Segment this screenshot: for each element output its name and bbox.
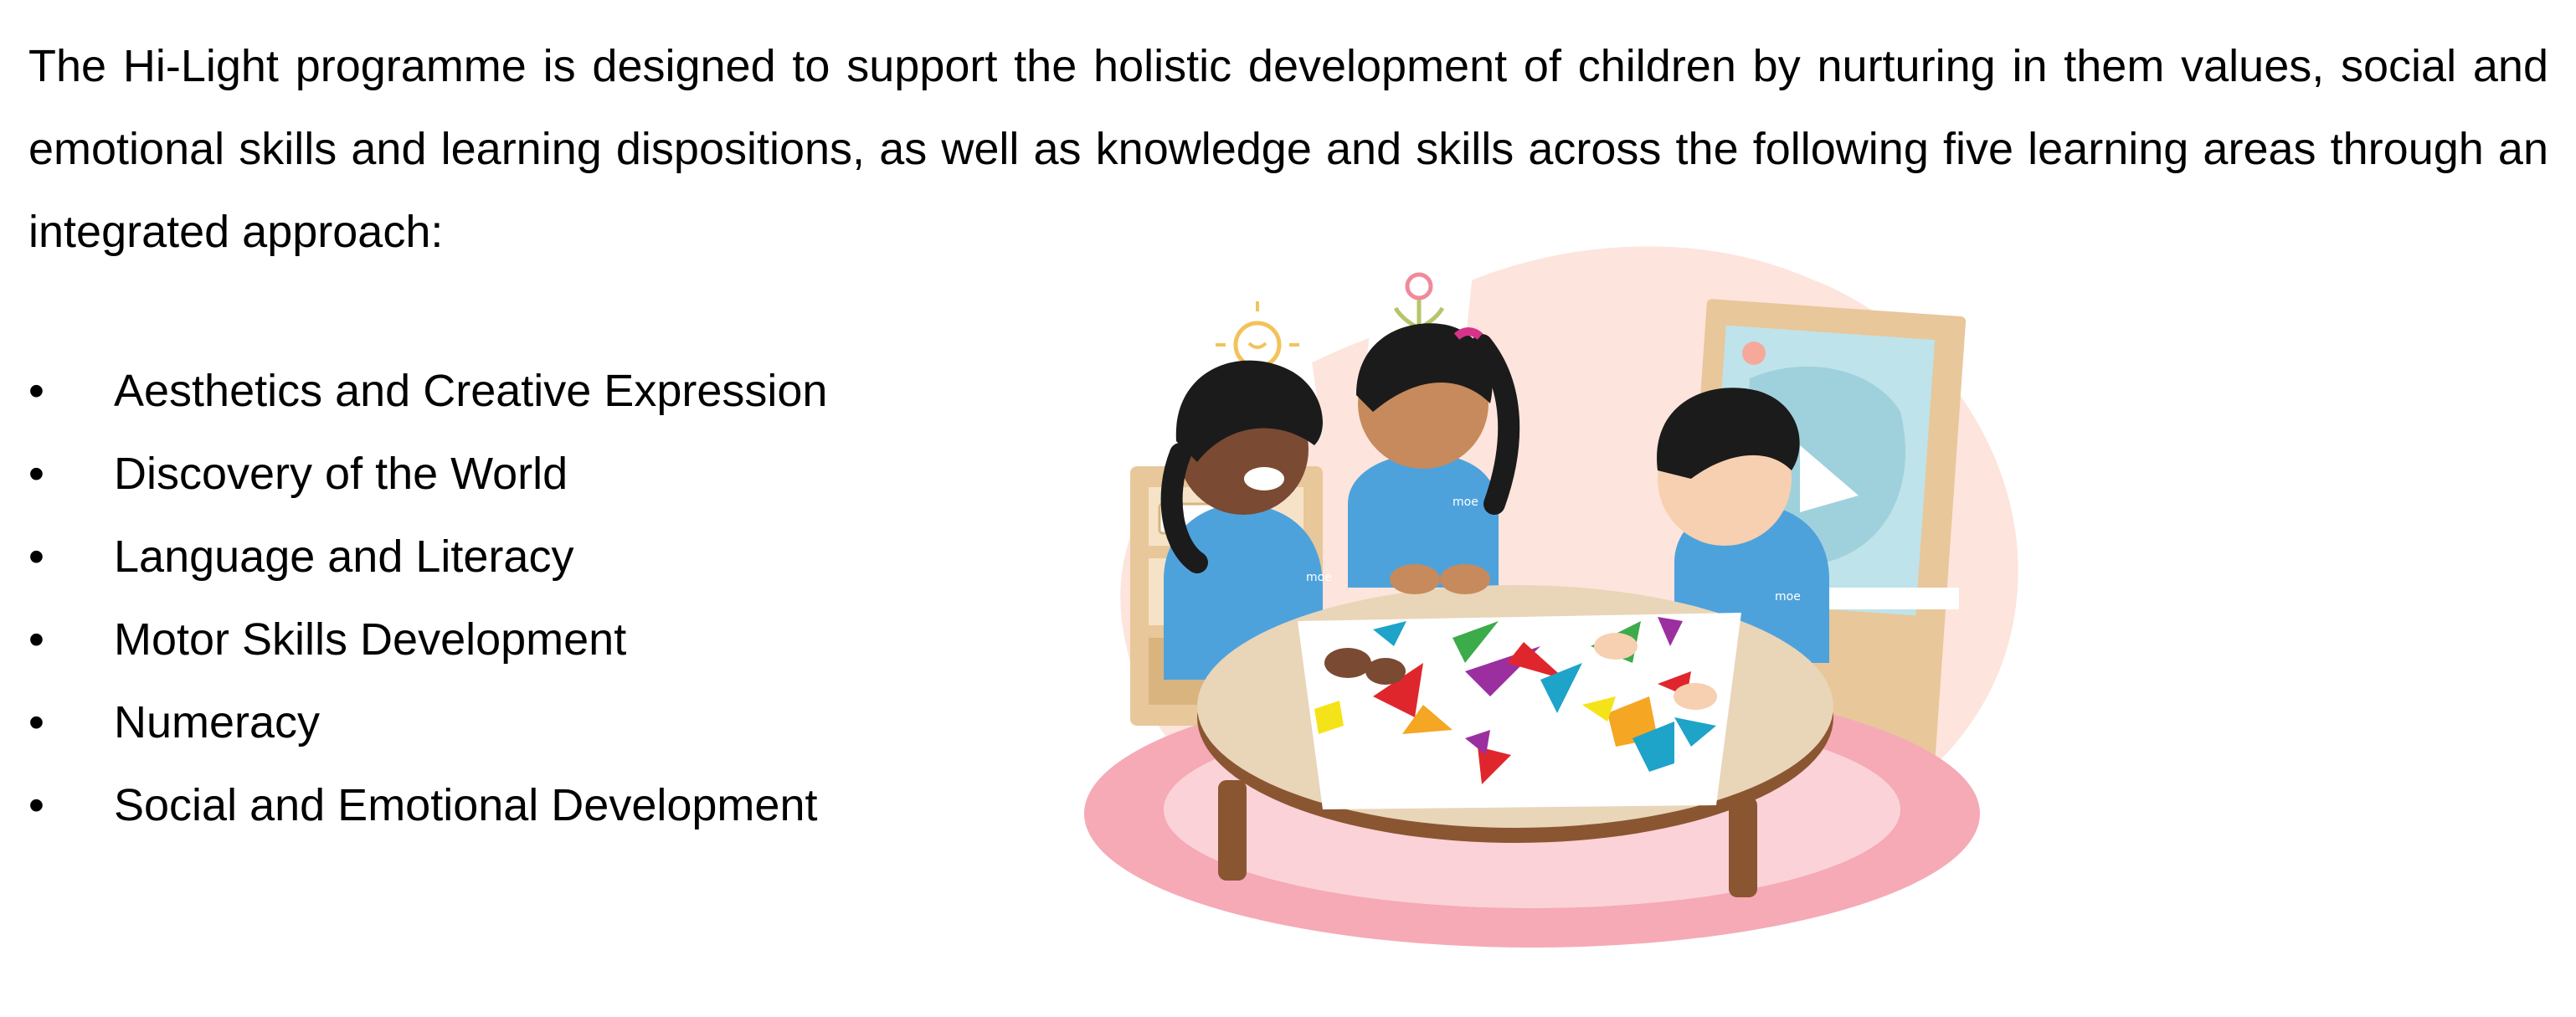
list-item: • Social and Emotional Development (28, 764, 827, 847)
bullet: • (28, 697, 44, 747)
learning-area-label: Aesthetics and Creative Expression (114, 366, 828, 416)
learning-areas-list: • Aesthetics and Creative Expression • Dis… (28, 350, 827, 847)
list-item: • Discovery of the World (28, 433, 827, 516)
learning-area-label: Language and Literacy (114, 532, 574, 582)
bullet: • (28, 449, 44, 499)
list-item: • Motor Skills Development (28, 598, 827, 681)
learning-area-label: Numeracy (114, 697, 321, 747)
bullet: • (28, 780, 44, 830)
bullet: • (28, 614, 44, 665)
bullet: • (28, 532, 44, 582)
learning-area-label: Motor Skills Development (114, 614, 627, 665)
learning-area-label: Discovery of the World (114, 449, 568, 499)
shirt-logo: moe (1306, 571, 1332, 584)
bullet: • (28, 366, 44, 416)
list-item: • Numeracy (28, 681, 827, 764)
shirt-logo: moe (1775, 590, 1801, 604)
list-item: • Language and Literacy (28, 516, 827, 598)
list-item: • Aesthetics and Creative Expression (28, 350, 827, 433)
shirt-logo: moe (1453, 496, 1478, 509)
learning-area-label: Social and Emotional Development (114, 780, 818, 830)
children-tangram-illustration: moe moe moe (1084, 239, 2018, 948)
